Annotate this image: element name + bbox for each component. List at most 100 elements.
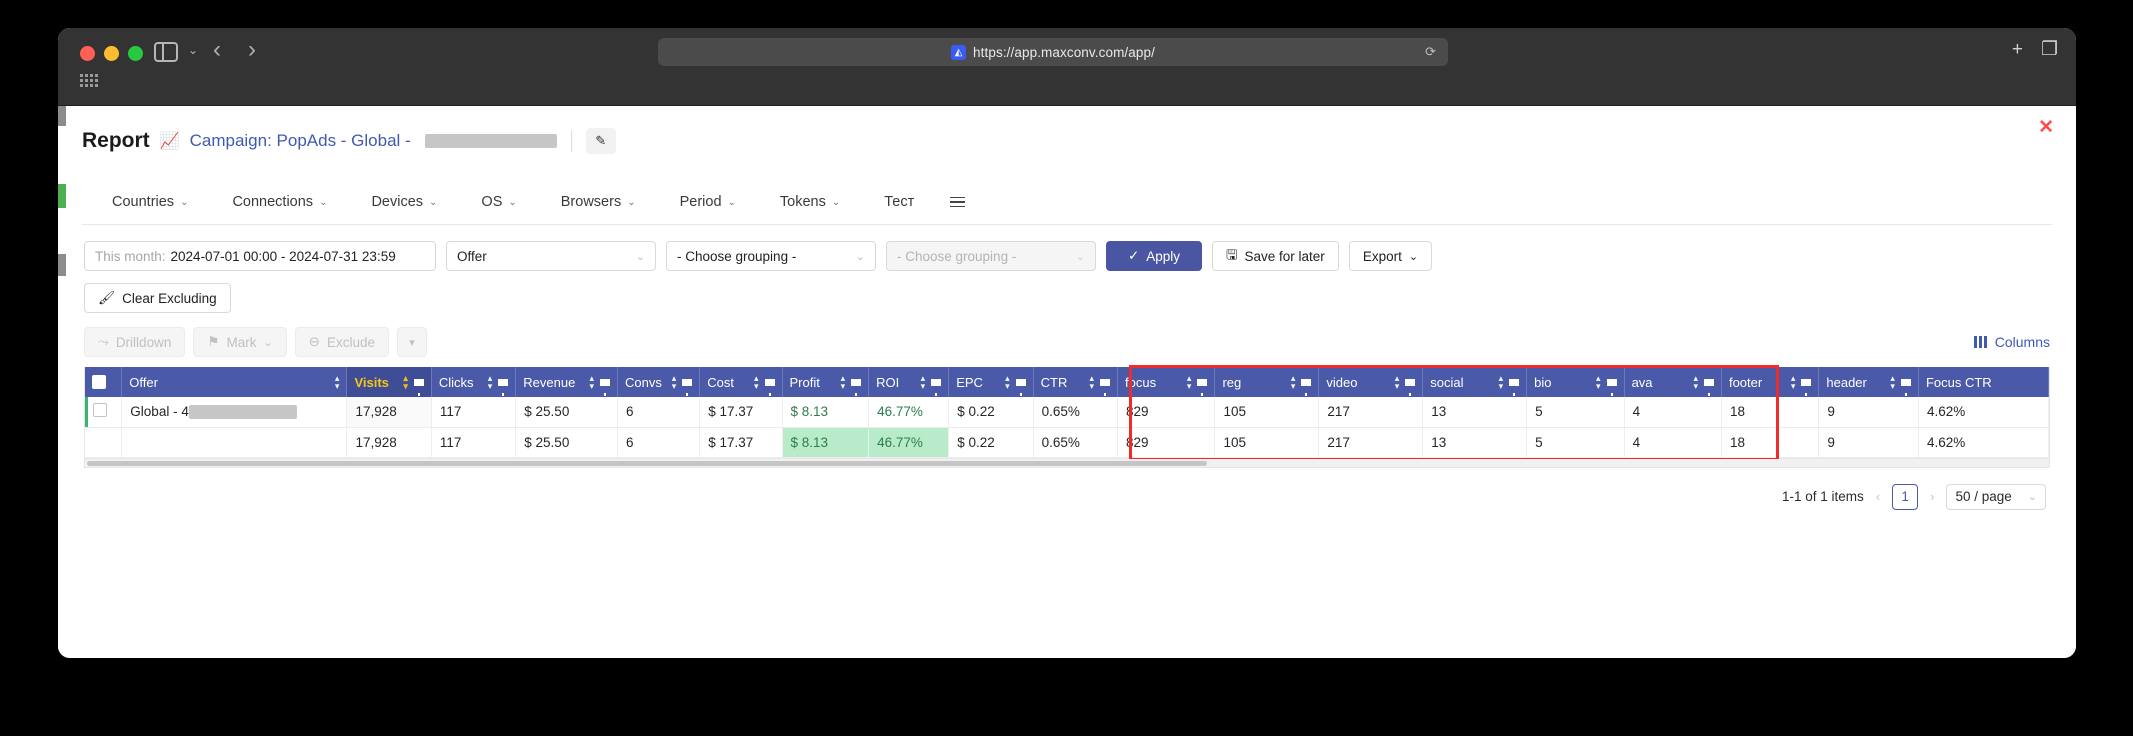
filter-funnel-icon[interactable]: [682, 378, 693, 396]
column-header-epc[interactable]: EPC ▴ ▾: [948, 367, 1034, 397]
hamburger-menu-icon[interactable]: [936, 189, 979, 222]
campaign-link[interactable]: Campaign: PopAds - Global -: [190, 131, 411, 151]
sort-toggle-icon[interactable]: ▴ ▾: [1291, 374, 1296, 391]
column-header-revenue[interactable]: Revenue ▴ ▾: [515, 367, 619, 397]
sort-toggle-icon[interactable]: ▴ ▾: [754, 374, 759, 391]
forward-arrow-icon[interactable]: ›: [248, 38, 256, 62]
nav-tab-devices[interactable]: Devices ⌄: [349, 186, 459, 224]
nav-tab-connections[interactable]: Connections ⌄: [210, 186, 349, 224]
nav-tab-period[interactable]: Period ⌄: [658, 186, 758, 224]
save-for-later-button[interactable]: 🖫 Save for later: [1212, 241, 1339, 271]
filter-funnel-icon[interactable]: [1509, 378, 1520, 396]
filter-funnel-icon[interactable]: [1301, 378, 1312, 396]
sort-toggle-icon[interactable]: ▴ ▾: [589, 374, 594, 391]
column-header-roi[interactable]: ROI ▴ ▾: [868, 367, 950, 397]
sort-toggle-icon[interactable]: ▴ ▾: [335, 374, 340, 391]
row-checkbox[interactable]: [93, 403, 107, 418]
nav-tab-tokens[interactable]: Tokens ⌄: [758, 186, 862, 224]
exclude-button[interactable]: ⊖ Exclude: [294, 327, 390, 357]
column-header-visits[interactable]: Visits ▴ ▾: [346, 367, 432, 397]
column-header-cost[interactable]: Cost ▴ ▾: [699, 367, 783, 397]
grouping-select-2[interactable]: - Choose grouping - ⌄: [886, 241, 1096, 271]
offer-select[interactable]: Offer ⌄: [446, 241, 656, 271]
clear-excluding-button[interactable]: 🖌 Clear Excluding: [84, 283, 231, 313]
filter-funnel-icon[interactable]: [851, 378, 862, 396]
sort-toggle-icon[interactable]: ▴ ▾: [1005, 374, 1010, 391]
tab-overview-button[interactable]: ❐: [2041, 40, 2058, 59]
column-header-bio[interactable]: bio ▴ ▾: [1526, 367, 1625, 397]
nav-tab-os[interactable]: OS ⌄: [459, 186, 538, 224]
sort-toggle-icon[interactable]: ▴ ▾: [403, 374, 408, 391]
nav-tab-test[interactable]: Тест: [862, 186, 936, 224]
page-number-1[interactable]: 1: [1892, 483, 1919, 510]
column-header-focus[interactable]: focus ▴ ▾: [1117, 367, 1216, 397]
sort-toggle-icon[interactable]: ▴ ▾: [921, 374, 926, 391]
back-arrow-icon[interactable]: ‹: [213, 38, 221, 62]
sort-toggle-icon[interactable]: ▴ ▾: [488, 374, 493, 391]
sort-toggle-icon[interactable]: ▴ ▾: [1090, 374, 1095, 391]
grouping-select-1[interactable]: - Choose grouping - ⌄: [666, 241, 876, 271]
maximize-window-button[interactable]: [128, 46, 143, 61]
sort-toggle-icon[interactable]: ▴ ▾: [1499, 374, 1504, 391]
sort-toggle-icon[interactable]: ▴ ▾: [672, 374, 677, 391]
chevron-right-icon[interactable]: ›: [1930, 489, 1934, 504]
date-range-input[interactable]: This month: 2024-07-01 00:00 - 2024-07-3…: [84, 241, 436, 271]
sort-toggle-icon[interactable]: ▴ ▾: [1791, 374, 1796, 391]
url-bar[interactable]: ◭ https://app.maxconv.com/app/ ⟳: [658, 38, 1448, 66]
column-header-focus_ctr[interactable]: Focus CTR: [1918, 367, 2050, 397]
window-controls[interactable]: [80, 46, 143, 61]
chevron-down-icon[interactable]: ⌄: [188, 43, 198, 57]
column-header-ava[interactable]: ava ▴ ▾: [1624, 367, 1722, 397]
filter-funnel-icon[interactable]: [413, 378, 424, 396]
filter-funnel-icon[interactable]: [1801, 378, 1812, 396]
nav-tab-browsers[interactable]: Browsers ⌄: [539, 186, 658, 224]
filter-funnel-icon[interactable]: [1015, 378, 1026, 396]
sort-toggle-icon[interactable]: ▴ ▾: [1187, 374, 1192, 391]
column-header-checkbox[interactable]: [85, 367, 123, 397]
table-row[interactable]: 17,928 117 $ 25.50 6 $ 17.37 $ 8.13 46.77% $ 0.…: [85, 427, 2050, 458]
column-header-clicks[interactable]: Clicks ▴ ▾: [431, 367, 517, 397]
filter-funnel-icon[interactable]: [1900, 378, 1911, 396]
page-size-select[interactable]: 50 / page ⌄: [1946, 483, 2046, 510]
reload-icon[interactable]: ⟳: [1425, 44, 1436, 60]
sidebar-toggle-icon[interactable]: [154, 42, 178, 62]
filter-funnel-icon[interactable]: [498, 378, 509, 396]
select-all-checkbox[interactable]: [92, 375, 106, 389]
column-header-footer[interactable]: footer ▴ ▾: [1721, 367, 1820, 397]
chevron-left-icon[interactable]: ‹: [1876, 489, 1880, 504]
filter-funnel-icon[interactable]: [600, 378, 611, 396]
drilldown-button[interactable]: ⤳ Drilldown: [84, 327, 186, 357]
table-row[interactable]: Global - 4 17,928 117 $ 25.50 6 $ 17.37 $ 8.13…: [85, 397, 2050, 428]
column-header-ctr[interactable]: CTR ▴ ▾: [1033, 367, 1119, 397]
scrollbar-thumb[interactable]: [87, 460, 1207, 466]
sort-toggle-icon[interactable]: ▴ ▾: [1596, 374, 1601, 391]
close-icon[interactable]: ✕: [2038, 118, 2054, 137]
column-header-convs[interactable]: Convs ▴ ▾: [617, 367, 701, 397]
close-window-button[interactable]: [80, 46, 95, 61]
filter-funnel-icon[interactable]: [1405, 378, 1416, 396]
export-button[interactable]: Export ⌄: [1348, 241, 1433, 271]
edit-report-button[interactable]: ✎: [585, 128, 616, 154]
column-header-header[interactable]: header ▴ ▾: [1818, 367, 1919, 397]
column-header-offer[interactable]: Offer ▴ ▾: [121, 367, 348, 397]
columns-button[interactable]: Columns: [1973, 334, 2050, 350]
filter-funnel-icon[interactable]: [1606, 378, 1617, 396]
minimize-window-button[interactable]: [104, 46, 119, 61]
sort-toggle-icon[interactable]: ▴ ▾: [1395, 374, 1400, 391]
column-header-social[interactable]: social ▴ ▾: [1422, 367, 1528, 397]
filter-funnel-icon[interactable]: [1703, 378, 1714, 396]
sort-toggle-icon[interactable]: ▴ ▾: [1693, 374, 1698, 391]
apply-button[interactable]: ✓ Apply: [1106, 241, 1202, 271]
sort-toggle-icon[interactable]: ▴ ▾: [841, 374, 846, 391]
filter-funnel-icon[interactable]: [1197, 378, 1208, 396]
filter-funnel-icon[interactable]: [931, 378, 942, 396]
new-tab-button[interactable]: +: [2012, 40, 2023, 59]
sort-toggle-icon[interactable]: ▴ ▾: [1890, 374, 1895, 391]
column-header-reg[interactable]: reg ▴ ▾: [1214, 367, 1320, 397]
column-header-video[interactable]: video ▴ ▾: [1318, 367, 1424, 397]
more-actions-button[interactable]: ▾: [397, 327, 428, 357]
horizontal-scrollbar[interactable]: [84, 458, 2050, 468]
grid-icon[interactable]: [80, 74, 98, 87]
column-header-profit[interactable]: Profit ▴ ▾: [782, 367, 870, 397]
filter-funnel-icon[interactable]: [764, 378, 775, 396]
